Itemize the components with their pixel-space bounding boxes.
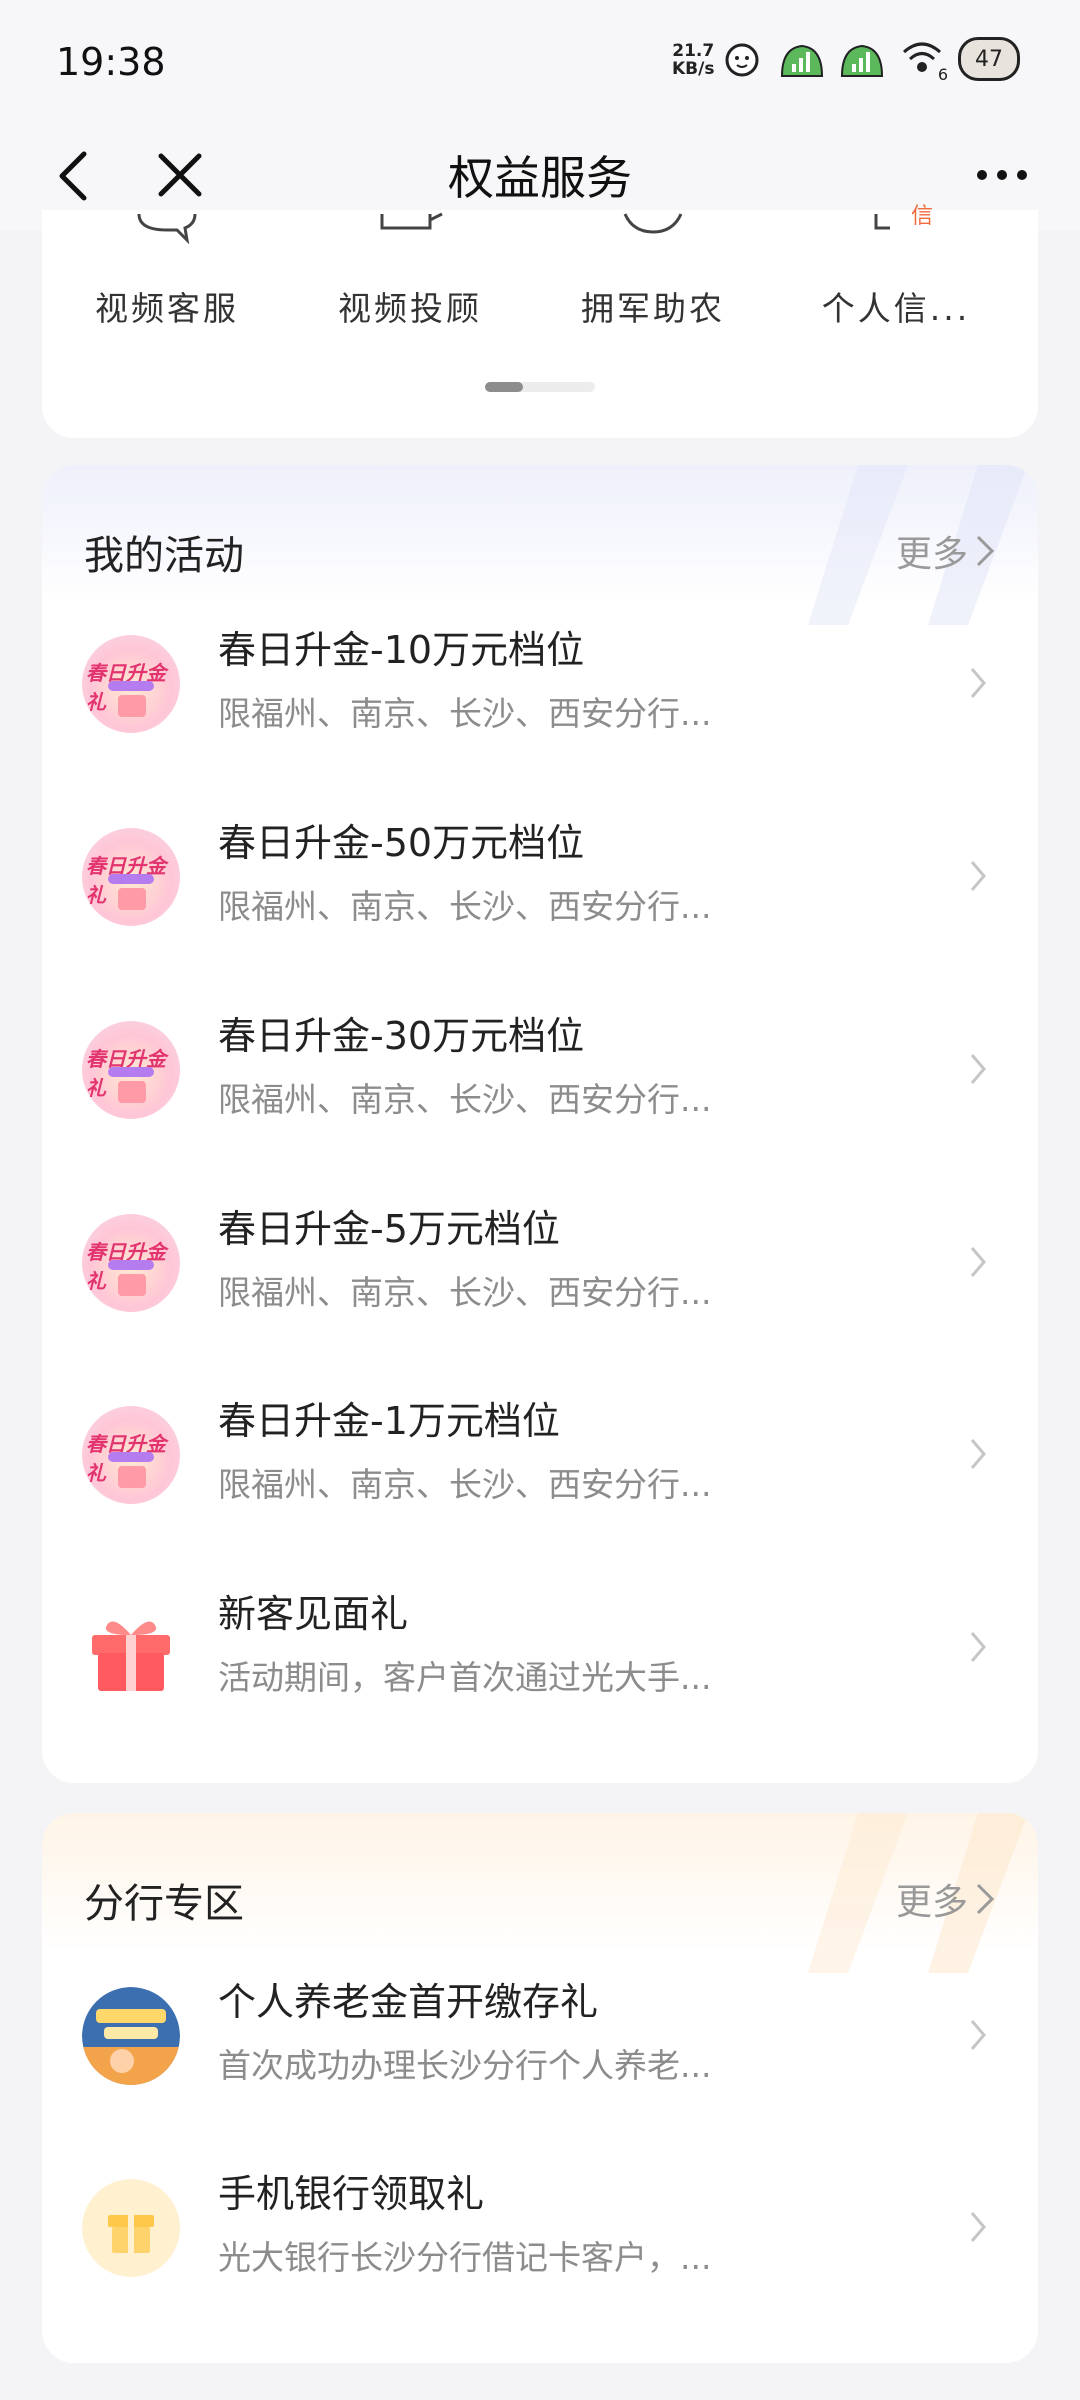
- activity-title: 春日升金-1万元档位: [218, 1399, 560, 1443]
- shield-heart-icon: [623, 213, 683, 234]
- quick-service-label: 拥军助农: [581, 289, 725, 328]
- activities-more-link[interactable]: 更多: [896, 525, 996, 577]
- activity-title: 春日升金-30万元档位: [218, 1014, 585, 1058]
- chevron-right-icon: [970, 1439, 986, 1469]
- activity-description: 活动期间，客户首次通过光大手...: [218, 1658, 712, 1697]
- quick-service-support-military[interactable]: 拥军助农: [538, 210, 768, 340]
- quick-service-personal-info[interactable]: 信 个人信...: [781, 204, 1011, 340]
- activity-title: 春日升金-10万元档位: [218, 628, 585, 672]
- activity-title: 新客见面礼: [218, 1592, 409, 1636]
- status-time: 19:38: [56, 40, 166, 84]
- quick-service-video-advisor[interactable]: 视频投顾: [295, 210, 525, 340]
- section-title-branch: 分行专区: [84, 1881, 244, 1927]
- activity-item[interactable]: 春日升金礼 春日升金-50万元档位 限福州、南京、长沙、西安分行...: [42, 782, 1038, 972]
- spring-gold-thumbnail: 春日升金礼: [82, 635, 180, 733]
- pension-thumbnail: [82, 1987, 180, 2085]
- chevron-right-icon: [970, 1632, 986, 1662]
- more-label: 更多: [895, 1882, 968, 1923]
- branch-item[interactable]: 个人养老金首开缴存礼 首次成功办理长沙分行个人养老...: [42, 1941, 1038, 2131]
- activity-item[interactable]: 春日升金礼 春日升金-30万元档位 限福州、南京、长沙、西安分行...: [42, 975, 1038, 1165]
- activity-title: 春日升金-5万元档位: [218, 1207, 560, 1251]
- spring-gold-thumbnail: 春日升金礼: [82, 1214, 180, 1312]
- quick-service-video-support[interactable]: 视频客服: [52, 210, 282, 340]
- status-bar: 19:38 21.7 KB/s 6 47: [0, 0, 1080, 120]
- network-speed-unit: KB/s: [672, 59, 715, 79]
- chevron-right-icon: [970, 2020, 986, 2050]
- quick-services-card: 视频客服 视频投顾 拥军助农 信 个人信...: [42, 204, 1038, 438]
- activity-description: 限福州、南京、长沙、西安分行...: [218, 1273, 712, 1312]
- spring-gold-thumbnail: 春日升金礼: [82, 1406, 180, 1504]
- video-advisor-icon: [380, 212, 443, 230]
- spring-gold-thumbnail: 春日升金礼: [82, 1021, 180, 1119]
- activity-description: 限福州、南京、长沙、西安分行...: [218, 1080, 712, 1119]
- branch-zone-card: 分行专区 更多 个人养老金首开缴存礼 首次成功办理长沙分行个人养老... 手机银…: [42, 1813, 1038, 2363]
- chevron-right-icon: [970, 1054, 986, 1084]
- gift-box-icon: [92, 1621, 170, 1691]
- branch-item-description: 首次成功办理长沙分行个人养老...: [218, 2046, 712, 2085]
- wifi-indicator: 6: [898, 36, 948, 84]
- activity-description: 限福州、南京、长沙、西安分行...: [218, 694, 712, 733]
- pager-indicator: [485, 382, 523, 392]
- activity-item[interactable]: 新客见面礼 活动期间，客户首次通过光大手...: [42, 1553, 1038, 1743]
- activity-item[interactable]: 春日升金礼 春日升金-10万元档位 限福州、南京、长沙、西安分行...: [42, 589, 1038, 779]
- quick-services-pager: [485, 382, 595, 392]
- activity-item[interactable]: 春日升金礼 春日升金-1万元档位 限福州、南京、长沙、西安分行...: [42, 1360, 1038, 1550]
- chevron-right-icon: [976, 1883, 995, 1915]
- personal-info-icon-text: 信: [911, 204, 934, 229]
- spring-gold-thumbnail: 春日升金礼: [82, 828, 180, 926]
- branch-more-link[interactable]: 更多: [896, 1873, 996, 1925]
- network-speed-value: 21.7: [672, 41, 715, 61]
- activity-title: 春日升金-50万元档位: [218, 821, 585, 865]
- network-speed: 21.7 KB/s: [672, 42, 714, 78]
- chevron-right-icon: [976, 535, 995, 567]
- my-activities-card: 我的活动 更多 春日升金礼 春日升金-10万元档位 限福州、南京、长沙、西安分行…: [42, 465, 1038, 1783]
- quick-service-label: 视频投顾: [338, 289, 482, 328]
- gift-circle-icon: [82, 2179, 180, 2277]
- more-label: 更多: [895, 534, 968, 575]
- signal-1-icon: [780, 44, 824, 77]
- more-menu-icon[interactable]: [974, 162, 1030, 188]
- quick-services-row: 视频客服 视频投顾 拥军助农 信 个人信...: [42, 204, 1038, 340]
- chevron-right-icon: [970, 2212, 986, 2242]
- branch-item[interactable]: 手机银行领取礼 光大银行长沙分行借记卡客户，...: [42, 2133, 1038, 2323]
- activity-item[interactable]: 春日升金礼 春日升金-5万元档位 限福州、南京、长沙、西安分行...: [42, 1168, 1038, 1358]
- chevron-right-icon: [970, 1247, 986, 1277]
- quick-service-label: 个人信...: [821, 289, 971, 328]
- chevron-right-icon: [970, 668, 986, 698]
- branch-item-title: 个人养老金首开缴存礼: [218, 1980, 599, 2024]
- activity-description: 限福州、南京、长沙、西安分行...: [218, 887, 712, 926]
- wifi-badge: 6: [937, 65, 948, 84]
- quick-service-label: 视频客服: [95, 289, 239, 328]
- chat-bubble-icon: [137, 213, 197, 245]
- status-icons: 6 47: [718, 36, 1020, 84]
- activity-description: 限福州、南京、长沙、西安分行...: [218, 1465, 712, 1504]
- chevron-right-icon: [970, 861, 986, 891]
- branch-item-description: 光大银行长沙分行借记卡客户，...: [218, 2238, 712, 2277]
- mascot-icon: [725, 43, 759, 77]
- battery-indicator: 47: [958, 37, 1020, 81]
- branch-item-title: 手机银行领取礼: [218, 2172, 485, 2216]
- signal-2-icon: [840, 44, 884, 77]
- section-title-activities: 我的活动: [84, 533, 244, 579]
